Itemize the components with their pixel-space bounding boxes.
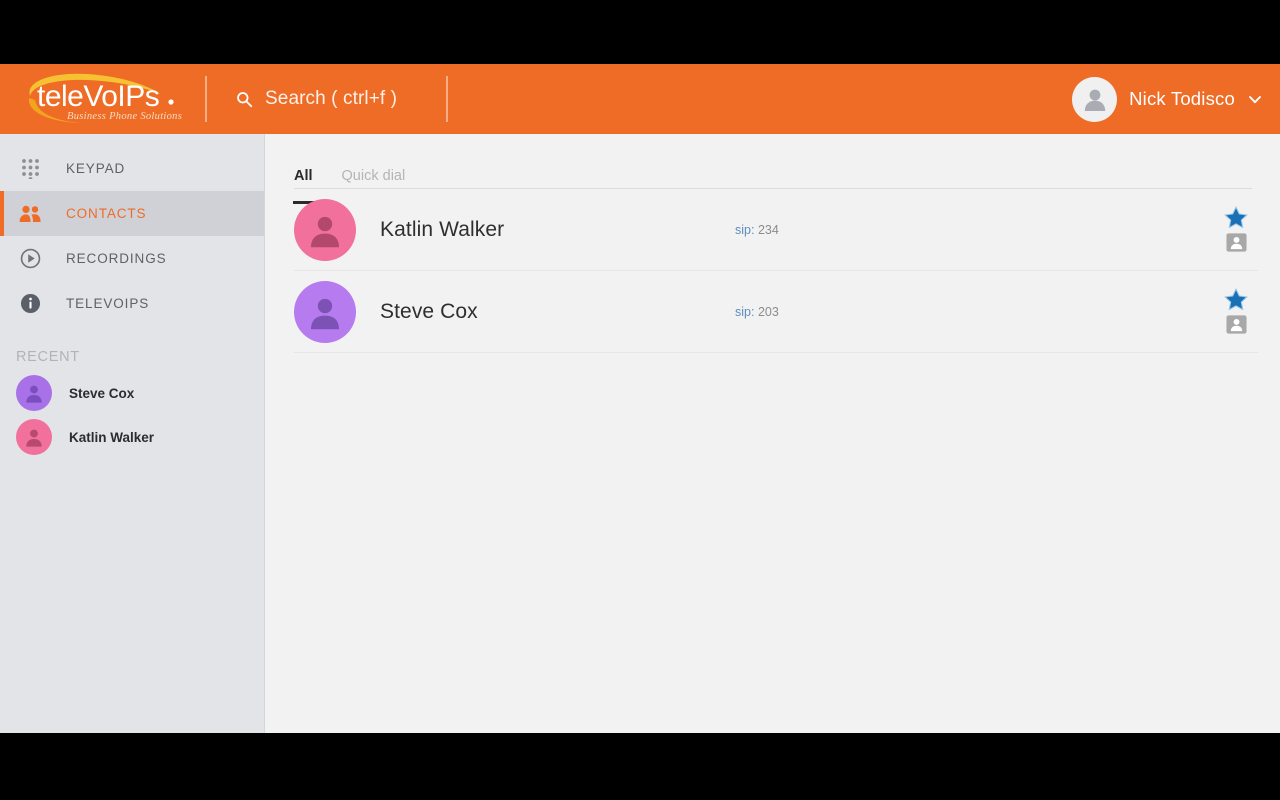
sip-label: sip:: [735, 304, 755, 319]
avatar: [16, 375, 52, 411]
header-spacer: [448, 64, 1072, 134]
avatar: [294, 198, 356, 261]
search-input[interactable]: Search ( ctrl+f ): [207, 64, 446, 134]
svg-text:teleVoIPs: teleVoIPs: [37, 80, 159, 113]
contact-name: Steve Cox: [380, 299, 478, 323]
contact-sip: sip: 203: [735, 305, 779, 319]
contacts-tabs: All Quick dial: [293, 134, 1252, 204]
dialpad-icon: [16, 158, 44, 179]
row-actions: [1214, 288, 1258, 335]
sip-value: 203: [757, 304, 779, 319]
sidebar-item-label: TELEVOIPS: [66, 296, 150, 311]
info-circle-icon: [16, 293, 44, 314]
letterbox-bottom: [0, 733, 1280, 800]
sidebar-item-label: CONTACTS: [66, 206, 147, 221]
contact-card-icon[interactable]: [1225, 232, 1247, 253]
app-header: teleVoIPs Business Phone Solutions Searc…: [0, 64, 1280, 134]
sidebar-item-label: RECORDINGS: [66, 251, 167, 266]
recent-contact-steve-cox[interactable]: Steve Cox: [0, 371, 264, 415]
avatar: [294, 280, 356, 343]
svg-text:Business Phone Solutions: Business Phone Solutions: [67, 111, 182, 122]
sidebar-item-keypad[interactable]: KEYPAD: [0, 146, 264, 191]
sidebar-item-contacts[interactable]: CONTACTS: [0, 191, 264, 236]
recent-contact-name: Steve Cox: [69, 385, 135, 401]
star-icon[interactable]: [1224, 206, 1248, 229]
application-window: teleVoIPs Business Phone Solutions Searc…: [0, 64, 1280, 733]
sidebar-item-label: KEYPAD: [66, 161, 126, 176]
people-icon: [16, 205, 44, 223]
sip-label: sip:: [735, 222, 755, 237]
search-placeholder: Search ( ctrl+f ): [265, 88, 398, 109]
table-row[interactable]: Katlin Walker sip: 234: [294, 189, 1258, 271]
contact-card-icon[interactable]: [1225, 314, 1247, 335]
sip-value: 234: [757, 222, 779, 237]
search-icon: [237, 91, 253, 107]
chevron-down-icon[interactable]: [1247, 91, 1263, 107]
sidebar: KEYPAD CONTACTS RECORDINGS TELEVOIPS REC…: [0, 134, 265, 733]
avatar: [1072, 76, 1118, 122]
person-icon: [1084, 89, 1105, 111]
avatar: [16, 419, 52, 455]
user-name: Nick Todisco: [1129, 88, 1235, 109]
row-actions: [1214, 206, 1258, 253]
contact-sip: sip: 234: [735, 223, 779, 237]
brand-logo[interactable]: teleVoIPs Business Phone Solutions: [0, 64, 205, 134]
sidebar-item-recordings[interactable]: RECORDINGS: [0, 236, 264, 281]
letterbox-top: [0, 0, 1280, 64]
recent-section-title: RECENT: [16, 349, 80, 365]
contact-name: Katlin Walker: [380, 217, 505, 241]
sidebar-item-televoips[interactable]: TELEVOIPS: [0, 281, 264, 326]
recent-contact-katlin-walker[interactable]: Katlin Walker: [0, 415, 264, 459]
recent-contact-name: Katlin Walker: [69, 429, 155, 445]
table-row[interactable]: Steve Cox sip: 203: [294, 271, 1258, 353]
star-icon[interactable]: [1224, 288, 1248, 311]
main-content: All Quick dial Katlin Walker sip: 234 St…: [266, 134, 1280, 733]
televoips-logo-icon: teleVoIPs Business Phone Solutions: [28, 73, 182, 123]
play-circle-icon: [16, 248, 44, 269]
user-menu[interactable]: Nick Todisco: [1072, 64, 1280, 134]
